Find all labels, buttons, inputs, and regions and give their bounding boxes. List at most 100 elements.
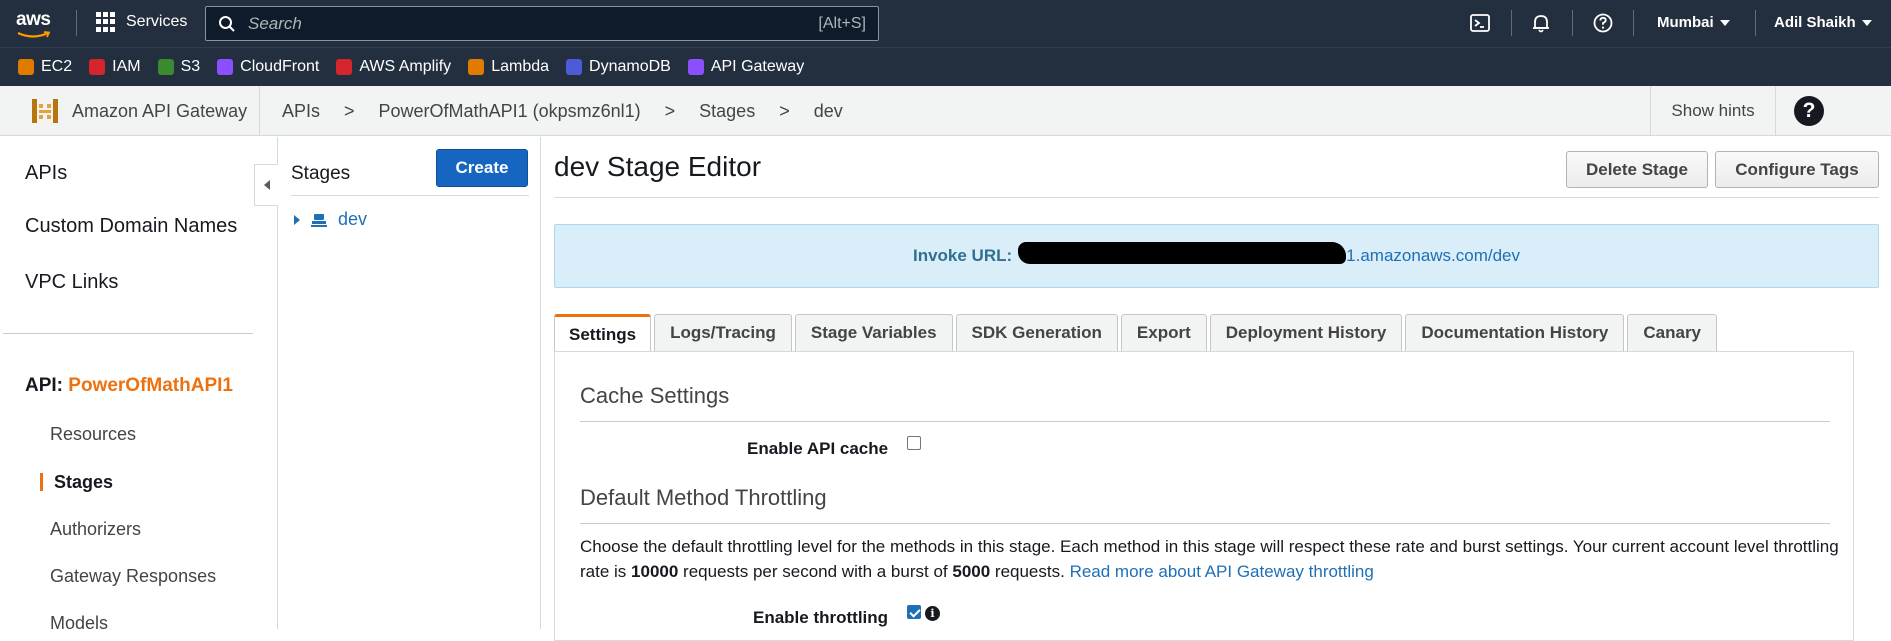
nav-divider bbox=[3, 333, 253, 334]
region-label: Mumbai bbox=[1657, 14, 1714, 31]
favorite-label: CloudFront bbox=[240, 58, 320, 75]
info-icon[interactable]: i bbox=[925, 606, 940, 621]
favorite-dynamodb[interactable]: DynamoDB bbox=[566, 58, 671, 76]
favorite-label: IAM bbox=[112, 58, 141, 75]
breadcrumb-apis[interactable]: APIs bbox=[282, 101, 320, 122]
favorites-bar: EC2 IAM S3 CloudFront AWS Amplify Lambda Dynam… bbox=[0, 47, 1891, 86]
api-prefix: API: bbox=[25, 375, 63, 396]
aws-logo-text: aws bbox=[16, 9, 51, 30]
account-menu[interactable]: Adil Shaikh bbox=[1774, 14, 1872, 31]
throttling-text: requests. bbox=[990, 562, 1070, 581]
region-selector[interactable]: Mumbai bbox=[1657, 14, 1730, 31]
section-divider bbox=[580, 523, 1830, 524]
api-gateway-icon bbox=[687, 59, 704, 75]
tab-canary[interactable]: Canary bbox=[1627, 314, 1718, 351]
lambda-icon bbox=[468, 59, 485, 75]
search-icon bbox=[219, 15, 235, 32]
favorite-iam[interactable]: IAM bbox=[89, 58, 141, 76]
enable-throttling-label: Enable throttling bbox=[753, 608, 889, 627]
nav-item-custom-domain-names[interactable]: Custom Domain Names bbox=[25, 215, 237, 238]
throttling-description: Choose the default throttling level for … bbox=[580, 534, 1840, 584]
show-hints-button[interactable]: Show hints bbox=[1650, 86, 1776, 136]
aws-logo[interactable]: aws bbox=[16, 9, 56, 39]
topbar-divider bbox=[76, 10, 77, 36]
cloudfront-icon bbox=[217, 59, 234, 75]
cloudshell-icon[interactable] bbox=[1469, 12, 1491, 34]
search-shortcut: [Alt+S] bbox=[818, 14, 866, 32]
stage-tabs: Settings Logs/Tracing Stage Variables SD… bbox=[554, 314, 1718, 352]
apps-grid-icon bbox=[96, 12, 116, 32]
current-api-heading: API: PowerOfMathAPI1 bbox=[25, 375, 233, 397]
tab-stage-variables[interactable]: Stage Variables bbox=[794, 314, 953, 351]
notifications-bell-icon[interactable] bbox=[1530, 12, 1552, 34]
dynamodb-icon bbox=[566, 59, 583, 75]
chevron-left-icon bbox=[263, 180, 270, 190]
help-icon[interactable]: ? bbox=[1794, 96, 1824, 126]
invoke-url-label: Invoke URL: bbox=[912, 246, 1013, 265]
iam-icon bbox=[89, 59, 106, 75]
favorite-label: S3 bbox=[180, 58, 201, 75]
expand-caret-icon[interactable] bbox=[294, 214, 300, 225]
nav-item-models[interactable]: Models bbox=[50, 613, 108, 634]
active-indicator bbox=[40, 473, 43, 491]
breadcrumb-stages[interactable]: Stages bbox=[699, 101, 755, 122]
nav-item-authorizers[interactable]: Authorizers bbox=[50, 519, 141, 540]
tab-logs-tracing[interactable]: Logs/Tracing bbox=[654, 314, 792, 351]
left-navigation: APIs Custom Domain Names VPC Links API: … bbox=[0, 137, 278, 633]
nav-item-gateway-responses[interactable]: Gateway Responses bbox=[50, 566, 216, 587]
cache-settings-title: Cache Settings bbox=[580, 383, 730, 408]
delete-stage-button[interactable]: Delete Stage bbox=[1566, 151, 1708, 188]
favorite-lambda[interactable]: Lambda bbox=[468, 58, 549, 76]
favorite-label: DynamoDB bbox=[589, 58, 671, 75]
stages-panel: Stages Create dev bbox=[279, 137, 541, 629]
topbar-divider bbox=[1511, 10, 1512, 36]
breadcrumb-stage-dev[interactable]: dev bbox=[814, 101, 843, 122]
api-gateway-logo-icon bbox=[32, 99, 58, 123]
section-divider bbox=[580, 421, 1830, 422]
chevron-down-icon bbox=[1861, 19, 1872, 26]
tab-export[interactable]: Export bbox=[1120, 314, 1207, 351]
stage-tree-item-dev[interactable]: dev bbox=[294, 209, 367, 230]
nav-item-resources[interactable]: Resources bbox=[50, 424, 136, 445]
favorite-aws-amplify[interactable]: AWS Amplify bbox=[336, 58, 451, 76]
ec2-icon bbox=[18, 59, 34, 75]
service-name: Amazon API Gateway bbox=[72, 100, 248, 121]
search-input[interactable]: Search [Alt+S] bbox=[205, 6, 879, 41]
service-header: Amazon API Gateway APIs > PowerOfMathAPI… bbox=[0, 86, 1891, 136]
enable-api-cache-checkbox[interactable] bbox=[907, 436, 921, 450]
stages-panel-divider bbox=[291, 195, 529, 196]
service-home-link[interactable]: Amazon API Gateway bbox=[0, 86, 260, 136]
nav-item-vpc-links[interactable]: VPC Links bbox=[25, 271, 118, 294]
favorite-label: API Gateway bbox=[710, 58, 805, 75]
s3-icon bbox=[157, 59, 174, 75]
throttling-text: requests per second with a burst of bbox=[678, 562, 953, 581]
title-divider bbox=[554, 197, 1879, 198]
collapse-nav-button[interactable] bbox=[254, 164, 278, 206]
help-question-icon[interactable] bbox=[1592, 12, 1614, 34]
breadcrumb-api-name[interactable]: PowerOfMathAPI1 (okpsmz6nl1) bbox=[379, 101, 641, 122]
top-navigation-bar: aws Services Search [Alt+S] Mumbai Adil … bbox=[0, 0, 1891, 47]
breadcrumb-separator: > bbox=[664, 101, 676, 121]
favorite-s3[interactable]: S3 bbox=[157, 58, 201, 76]
nav-item-apis[interactable]: APIs bbox=[25, 162, 67, 185]
tab-deployment-history[interactable]: Deployment History bbox=[1209, 314, 1403, 351]
breadcrumb-separator: > bbox=[344, 101, 355, 121]
tab-sdk-generation[interactable]: SDK Generation bbox=[955, 314, 1118, 351]
favorite-label: Lambda bbox=[491, 58, 550, 75]
favorite-ec2[interactable]: EC2 bbox=[18, 58, 72, 76]
services-menu-button[interactable]: Services bbox=[96, 12, 187, 32]
invoke-url-link[interactable]: 1.amazonaws.com/dev bbox=[1018, 242, 1520, 266]
configure-tags-button[interactable]: Configure Tags bbox=[1715, 151, 1879, 188]
throttling-docs-link[interactable]: Read more about API Gateway throttling bbox=[1070, 562, 1374, 581]
topbar-divider bbox=[1755, 10, 1756, 36]
tab-documentation-history[interactable]: Documentation History bbox=[1405, 314, 1625, 351]
enable-throttling-checkbox[interactable] bbox=[907, 605, 921, 619]
favorite-api-gateway[interactable]: API Gateway bbox=[687, 58, 805, 76]
api-name[interactable]: PowerOfMathAPI1 bbox=[68, 375, 233, 396]
favorite-cloudfront[interactable]: CloudFront bbox=[217, 58, 319, 76]
tab-settings[interactable]: Settings bbox=[554, 314, 652, 352]
amplify-icon bbox=[336, 59, 353, 75]
create-stage-button[interactable]: Create bbox=[436, 149, 528, 187]
nav-item-stages[interactable]: Stages bbox=[54, 472, 113, 493]
breadcrumb: APIs > PowerOfMathAPI1 (okpsmz6nl1) > St… bbox=[282, 101, 843, 122]
